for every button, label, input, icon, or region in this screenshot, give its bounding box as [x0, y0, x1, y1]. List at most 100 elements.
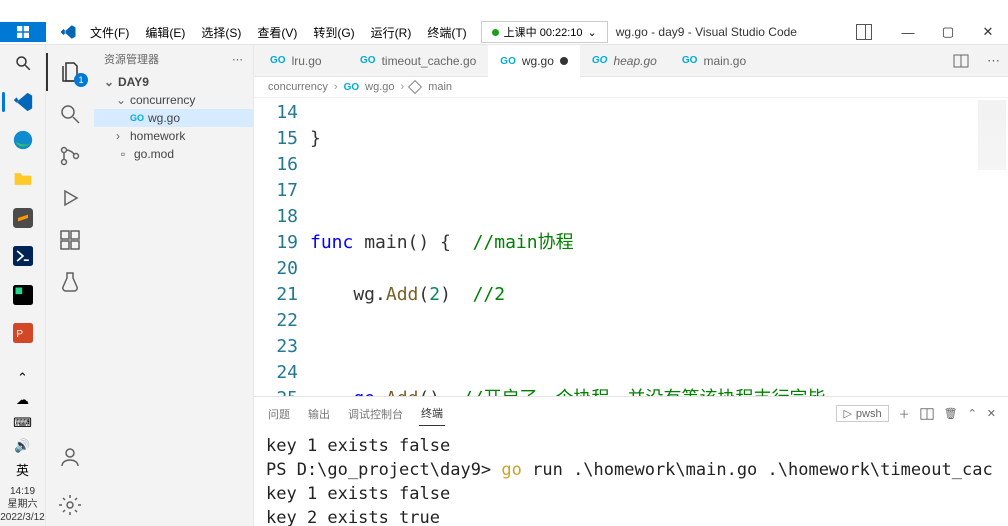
menu-view[interactable]: 查看(V): [249, 21, 305, 44]
window-controls: — ▢ ✕: [848, 20, 1008, 45]
breadcrumb-file[interactable]: wg.go: [365, 81, 394, 93]
editor-tabs: GOlru.go GOtimeout_cache.go GOwg.go GOhe…: [254, 45, 1008, 77]
tray-ime[interactable]: 英: [6, 461, 40, 479]
activity-bar: 1: [46, 45, 94, 526]
minimap[interactable]: [978, 100, 1006, 170]
maximize-panel-button[interactable]: ⌃: [968, 407, 977, 420]
tab-label: lru.go: [292, 54, 322, 68]
task-powershell[interactable]: [6, 240, 40, 273]
go-file-icon: GO: [360, 55, 376, 66]
code-editor[interactable]: 141516171819202122232425 } func main() {…: [254, 98, 1008, 396]
window-title: wg.go - day9 - Visual Studio Code: [616, 25, 797, 39]
breadcrumb-folder[interactable]: concurrency: [268, 81, 328, 93]
maximize-button[interactable]: ▢: [928, 20, 968, 45]
more-actions[interactable]: ⋯: [979, 53, 1008, 69]
clock-date: 2022/3/12: [0, 511, 45, 524]
activity-scm[interactable]: [46, 135, 94, 177]
go-file-icon: GO: [500, 56, 516, 67]
activity-account[interactable]: [46, 436, 94, 478]
tab-heap[interactable]: GO heap.go: [580, 45, 670, 77]
activity-search[interactable]: [46, 93, 94, 135]
task-pycharm[interactable]: [6, 278, 40, 311]
breadcrumb-symbol[interactable]: main: [428, 81, 452, 93]
shell-name: pwsh: [856, 408, 882, 420]
start-button[interactable]: [0, 22, 46, 42]
file-label: go.mod: [134, 147, 174, 161]
folder-label: homework: [130, 129, 185, 143]
task-folder[interactable]: [6, 163, 40, 196]
record-dot-icon: [492, 29, 499, 36]
minimize-button[interactable]: —: [888, 20, 928, 45]
menu-terminal[interactable]: 终端(T): [419, 21, 474, 44]
layout-icon: [856, 24, 872, 40]
project-name: DAY9: [118, 75, 149, 89]
tray-keyboard[interactable]: ⌨: [6, 414, 40, 431]
menu-select[interactable]: 选择(S): [193, 21, 249, 44]
chevron-right-icon: ›: [401, 81, 405, 93]
tray-volume[interactable]: 🔊: [6, 438, 40, 455]
file-icon: ▫: [116, 147, 130, 161]
taskbar-clock[interactable]: 14:19 星期六 2022/3/12: [0, 485, 45, 526]
svg-text:P: P: [16, 329, 23, 340]
activity-debug[interactable]: [46, 177, 94, 219]
tab-main[interactable]: GOmain.go: [670, 45, 760, 77]
tab-label: heap.go: [613, 54, 656, 68]
chevron-down-icon: ⌄: [588, 26, 597, 39]
task-vscode[interactable]: [6, 86, 40, 119]
tree-folder-concurrency[interactable]: ⌄ concurrency: [94, 91, 253, 109]
task-sublime[interactable]: [6, 201, 40, 234]
task-search[interactable]: [6, 47, 40, 80]
activity-extensions[interactable]: [46, 219, 94, 261]
tray-up[interactable]: ⌃: [6, 371, 40, 385]
tree-file-gomod[interactable]: ▫ go.mod: [94, 145, 253, 163]
terminal-shell-select[interactable]: ▷pwsh: [836, 405, 888, 422]
activity-settings[interactable]: [46, 484, 94, 526]
terminal-output[interactable]: key 1 exists false PS D:\go_project\day9…: [254, 430, 1008, 526]
bottom-panel: 问题 输出 调试控制台 终端 ▷pwsh ＋ 🗑 ⌃ ✕ key 1 exist…: [254, 396, 1008, 526]
panel-tab-problems[interactable]: 问题: [266, 402, 292, 426]
menu-run[interactable]: 运行(R): [363, 21, 420, 44]
go-file-icon: GO: [592, 55, 608, 66]
folder-label: concurrency: [130, 93, 195, 107]
tree-folder-homework[interactable]: › homework: [94, 127, 253, 145]
more-icon[interactable]: ⋯: [232, 53, 243, 66]
menu-edit[interactable]: 编辑(E): [137, 21, 193, 44]
tray-cloud[interactable]: ☁: [6, 391, 40, 408]
tree-file-wg[interactable]: GO wg.go: [94, 109, 253, 127]
dirty-indicator-icon: [560, 57, 568, 65]
recording-indicator[interactable]: 上课中 00:22:10 ⌄: [481, 21, 608, 43]
tab-label: main.go: [703, 54, 746, 68]
close-button[interactable]: ✕: [968, 20, 1008, 45]
line-gutter: 141516171819202122232425: [254, 98, 310, 396]
kill-terminal-button[interactable]: 🗑: [944, 407, 958, 420]
chevron-right-icon: ›: [116, 129, 126, 143]
menu-file[interactable]: 文件(F): [82, 21, 137, 44]
recording-text: 上课中 00:22:10: [504, 24, 583, 40]
tab-timeout[interactable]: GOtimeout_cache.go: [348, 45, 488, 77]
tree-root[interactable]: ⌄ DAY9: [94, 73, 253, 91]
task-edge[interactable]: [6, 124, 40, 157]
menu-goto[interactable]: 转到(G): [305, 21, 362, 44]
activity-testing[interactable]: [46, 261, 94, 303]
explorer-badge: 1: [74, 73, 88, 87]
tab-lru[interactable]: GOlru.go: [258, 45, 348, 77]
layout-button[interactable]: [848, 20, 888, 45]
panel-tab-terminal[interactable]: 终端: [419, 401, 445, 426]
os-title-strip: [0, 0, 1008, 20]
close-panel-button[interactable]: ✕: [987, 407, 996, 420]
new-terminal-button[interactable]: ＋: [899, 406, 910, 422]
split-terminal-button[interactable]: [920, 407, 934, 421]
breadcrumb[interactable]: concurrency › GO wg.go › main: [254, 77, 1008, 98]
activity-explorer[interactable]: 1: [46, 51, 94, 93]
explorer-title: 资源管理器: [104, 51, 159, 67]
panel-tab-debug[interactable]: 调试控制台: [346, 402, 405, 426]
os-taskbar: P ⌃ ☁ ⌨ 🔊 英 14:19 星期六 2022/3/12: [0, 45, 46, 526]
clock-weekday: 星期六: [0, 498, 45, 511]
panel-tab-output[interactable]: 输出: [306, 402, 332, 426]
code-content[interactable]: } func main() { //main协程 wg.Add(2) //2 g…: [310, 98, 1008, 396]
task-ppt[interactable]: P: [6, 317, 40, 350]
split-editor-button[interactable]: [943, 53, 979, 69]
tab-wg[interactable]: GOwg.go: [488, 45, 580, 77]
function-icon: [408, 80, 422, 94]
go-file-icon: GO: [130, 111, 144, 125]
